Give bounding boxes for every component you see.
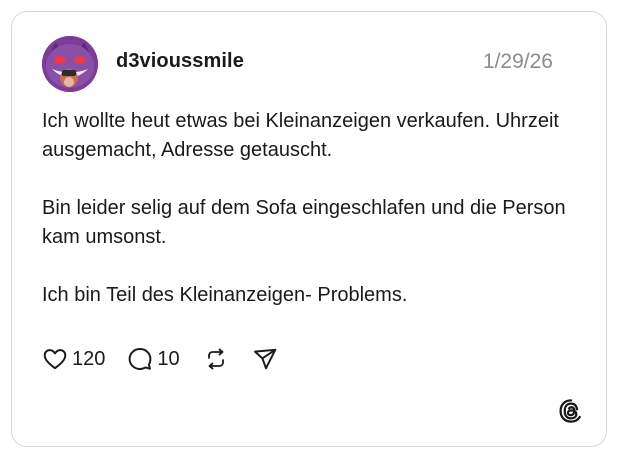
post-actions: 120 10 [42, 345, 278, 373]
share-button[interactable] [252, 346, 278, 372]
speech-bubble-icon [129, 348, 152, 370]
like-count: 120 [72, 347, 106, 370]
post-card: d3vioussmile 1/29/26 Ich wollte heut etw… [11, 11, 607, 447]
post-paragraph: Bin leider selig auf dem Sofa eingeschla… [42, 197, 566, 248]
post-paragraph: Ich bin Teil des Kleinanzeigen- Problems… [42, 284, 408, 306]
username[interactable]: d3vioussmile [116, 50, 244, 73]
like-button[interactable]: 120 [42, 346, 105, 372]
send-icon [253, 348, 276, 370]
reply-button[interactable]: 10 [127, 346, 180, 372]
heart-icon [43, 349, 67, 370]
reply-count: 10 [157, 347, 180, 370]
post-paragraph: Ich wollte heut etwas bei Kleinanzeigen … [42, 110, 559, 161]
repost-button[interactable] [204, 347, 228, 371]
avatar[interactable] [42, 36, 98, 92]
repost-icon [207, 348, 224, 370]
threads-logo-icon [559, 399, 581, 423]
avatar-image [42, 36, 98, 92]
post-body: Ich wollte heut etwas bei Kleinanzeigen … [42, 107, 582, 339]
post-date: 1/29/26 [482, 50, 553, 73]
